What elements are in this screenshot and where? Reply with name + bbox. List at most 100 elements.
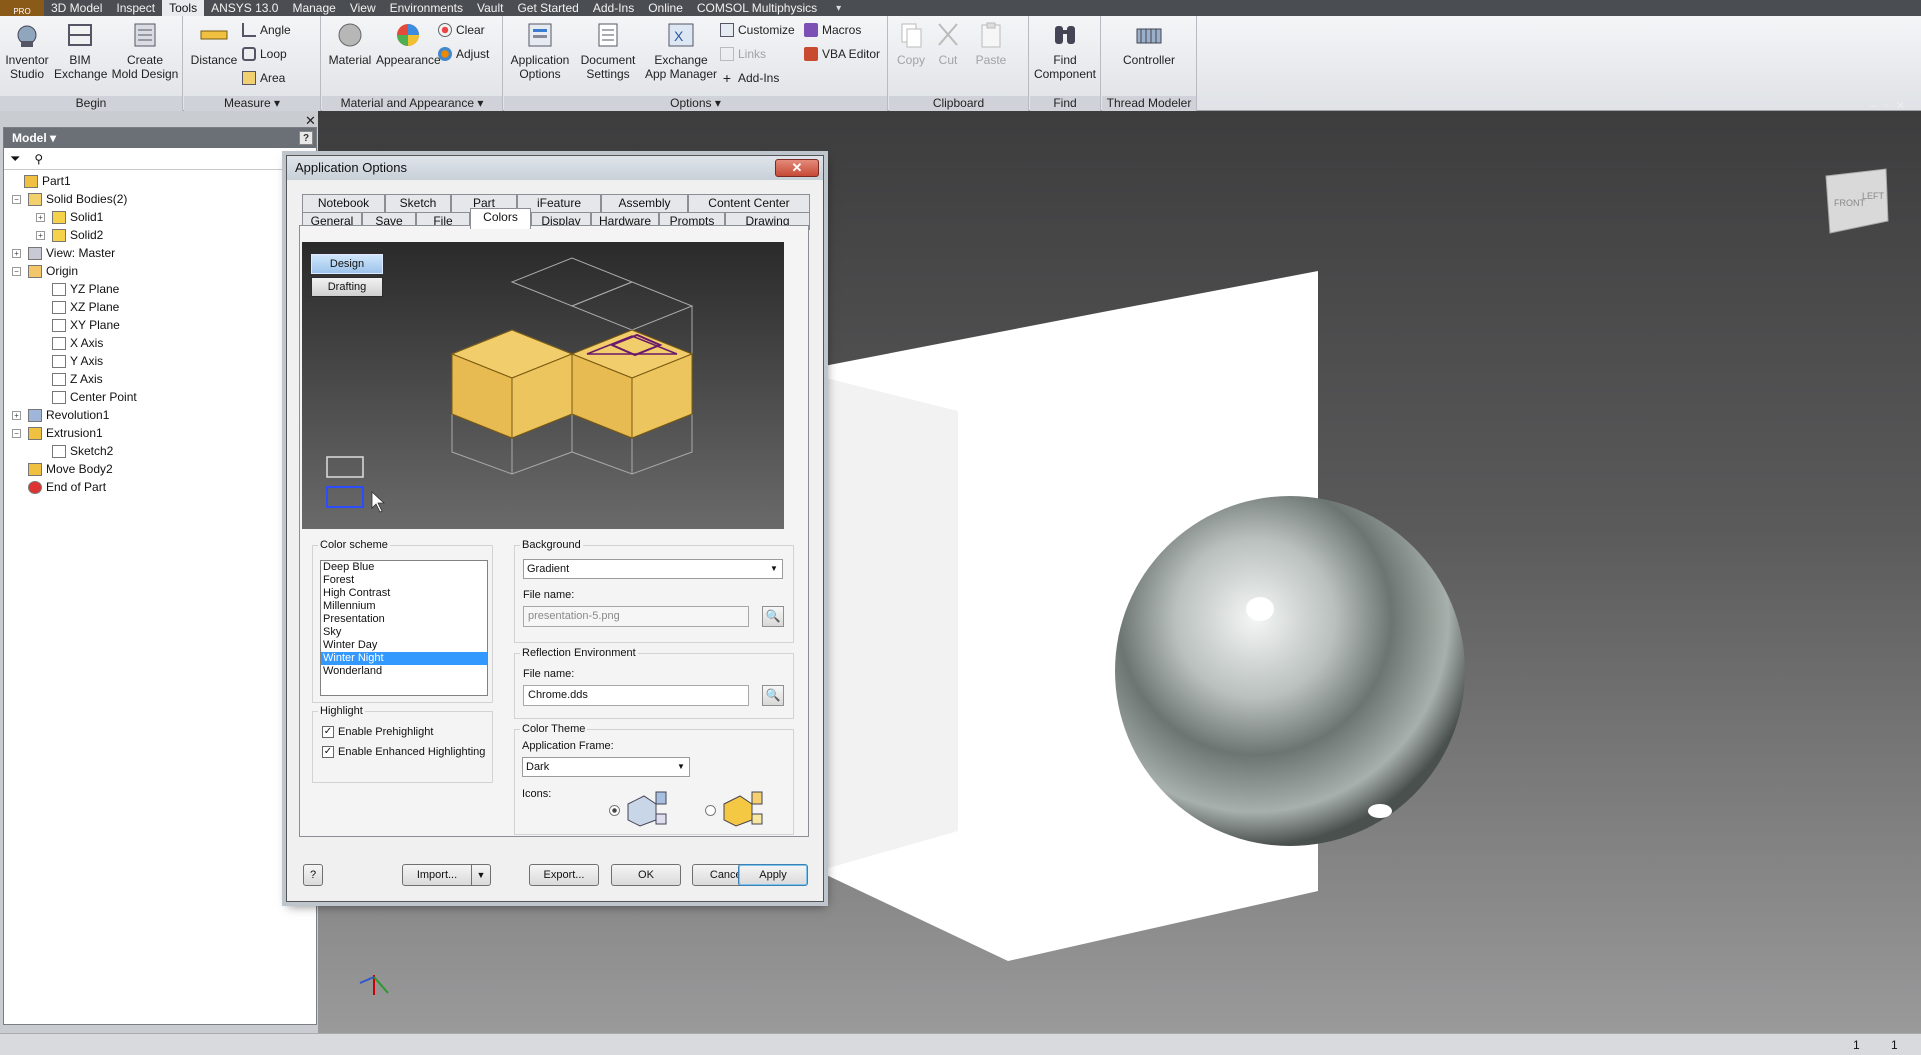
- app-logo[interactable]: PRO: [0, 0, 44, 16]
- tree-node-yz-plane[interactable]: YZ Plane: [52, 282, 119, 296]
- angle-button[interactable]: Angle: [242, 23, 291, 37]
- paste-button[interactable]: Paste: [969, 20, 1013, 67]
- panel-label-material[interactable]: Material and Appearance ▾: [322, 96, 502, 111]
- tree-expander-solid-bodies[interactable]: −: [12, 195, 21, 204]
- distance-button[interactable]: Distance: [188, 20, 240, 67]
- tree-node-end-of-part[interactable]: End of Part: [28, 480, 106, 494]
- color-scheme-list[interactable]: Deep Blue Forest High Contrast Millenniu…: [320, 560, 488, 696]
- copy-button[interactable]: Copy: [891, 20, 931, 67]
- dialog-titlebar[interactable]: Application Options ✕: [287, 156, 823, 180]
- list-item[interactable]: High Contrast: [321, 587, 487, 600]
- reflection-file-input[interactable]: Chrome.dds: [523, 685, 749, 706]
- tree-node-solid1[interactable]: Solid1: [52, 210, 103, 224]
- tab-colors[interactable]: Colors: [470, 208, 531, 229]
- menu-inspect[interactable]: Inspect: [109, 0, 162, 16]
- tree-node-xz-plane[interactable]: XZ Plane: [52, 300, 119, 314]
- cut-button[interactable]: Cut: [929, 20, 967, 67]
- bim-exchange-button[interactable]: BIM Exchange: [54, 20, 107, 81]
- vba-editor-button[interactable]: VBA Editor: [804, 47, 880, 61]
- create-mold-button[interactable]: Create Mold Design: [110, 20, 180, 81]
- tree-node-xy-plane[interactable]: XY Plane: [52, 318, 120, 332]
- tree-expander-extrusion1[interactable]: −: [12, 429, 21, 438]
- tree-node-move-body2[interactable]: Move Body2: [28, 462, 113, 476]
- tree-node-part1[interactable]: Part1: [24, 174, 71, 188]
- filter-icon[interactable]: ⏷: [10, 151, 20, 167]
- background-browse-button[interactable]: 🔍: [762, 606, 784, 627]
- macros-button[interactable]: Macros: [804, 23, 861, 37]
- loop-button[interactable]: Loop: [242, 47, 287, 61]
- list-item[interactable]: Forest: [321, 574, 487, 587]
- appearance-button[interactable]: Appearance: [376, 20, 441, 67]
- restore-icon[interactable]: ▫: [1884, 100, 1896, 112]
- browser-header[interactable]: Model ▾ ?: [4, 128, 316, 148]
- icons-light-radio[interactable]: [705, 805, 716, 816]
- tree-node-view-master[interactable]: View: Master: [28, 246, 115, 260]
- minimize-icon[interactable]: –: [1870, 100, 1884, 112]
- tree-node-origin[interactable]: Origin: [28, 264, 78, 278]
- list-item[interactable]: Wonderland: [321, 665, 487, 678]
- tree-node-extrusion1[interactable]: Extrusion1: [28, 426, 103, 440]
- dialog-close-button[interactable]: ✕: [775, 159, 819, 177]
- tree-expander-view-master[interactable]: +: [12, 249, 21, 258]
- material-button[interactable]: Material: [324, 20, 376, 67]
- menu-3d-model[interactable]: 3D Model: [44, 0, 109, 16]
- background-file-input[interactable]: presentation-5.png: [523, 606, 749, 627]
- tree-expander-solid1[interactable]: +: [36, 213, 45, 222]
- find-component-button[interactable]: Find Component: [1032, 20, 1098, 81]
- tree-node-center-point[interactable]: Center Point: [52, 390, 137, 404]
- application-frame-dropdown[interactable]: Dark ▼: [522, 757, 690, 777]
- reflection-browse-button[interactable]: 🔍: [762, 685, 784, 706]
- area-button[interactable]: Area: [242, 71, 285, 85]
- browser-title[interactable]: Model ▾: [12, 131, 56, 145]
- menu-vault[interactable]: Vault: [470, 0, 510, 16]
- import-dropdown-button[interactable]: ▼: [471, 864, 491, 886]
- tab-notebook[interactable]: Notebook: [302, 194, 385, 212]
- inventor-studio-button[interactable]: Inventor Studio: [2, 20, 52, 81]
- list-item[interactable]: Presentation: [321, 613, 487, 626]
- menu-ansys[interactable]: ANSYS 13.0: [204, 0, 285, 16]
- tab-content-center[interactable]: Content Center: [688, 194, 810, 212]
- list-item-selected[interactable]: Winter Night: [321, 652, 487, 665]
- customize-button[interactable]: Customize: [720, 23, 795, 37]
- menu-environments[interactable]: Environments: [383, 0, 470, 16]
- export-button[interactable]: Export...: [529, 864, 599, 886]
- tree-node-solid-bodies[interactable]: Solid Bodies(2): [28, 192, 127, 206]
- menu-online[interactable]: Online: [641, 0, 690, 16]
- exchange-app-manager-button[interactable]: X Exchange App Manager: [642, 20, 720, 81]
- clear-button[interactable]: Clear: [438, 23, 485, 37]
- menu-get-started[interactable]: Get Started: [510, 0, 585, 16]
- menu-comsol[interactable]: COMSOL Multiphysics: [690, 0, 824, 16]
- quick-access-dropdown[interactable]: ▾: [836, 3, 841, 14]
- icons-dark-radio[interactable]: [609, 805, 620, 816]
- application-options-button[interactable]: Application Options: [506, 20, 574, 81]
- import-button[interactable]: Import...: [402, 864, 472, 886]
- panel-label-options[interactable]: Options ▾: [504, 96, 887, 111]
- tree-node-sketch2[interactable]: Sketch2: [52, 444, 113, 458]
- tree-node-x-axis[interactable]: X Axis: [52, 336, 103, 350]
- tree-node-y-axis[interactable]: Y Axis: [52, 354, 103, 368]
- document-settings-button[interactable]: Document Settings: [574, 20, 642, 81]
- tree-expander-revolution1[interactable]: +: [12, 411, 21, 420]
- enable-enhanced-highlighting-checkbox[interactable]: ✓ Enable Enhanced Highlighting: [322, 746, 485, 758]
- list-item[interactable]: Millennium: [321, 600, 487, 613]
- enable-prehighlight-checkbox[interactable]: ✓ Enable Prehighlight: [322, 726, 433, 738]
- add-ins-button[interactable]: + Add-Ins: [720, 71, 779, 85]
- menu-manage[interactable]: Manage: [285, 0, 342, 16]
- dialog-help-button[interactable]: ?: [303, 864, 323, 886]
- tree-expander-origin[interactable]: −: [12, 267, 21, 276]
- apply-button[interactable]: Apply: [738, 864, 808, 886]
- list-item[interactable]: Deep Blue: [321, 561, 487, 574]
- ok-button[interactable]: OK: [611, 864, 681, 886]
- panel-label-measure[interactable]: Measure ▾: [184, 96, 320, 111]
- tab-sketch[interactable]: Sketch: [385, 194, 451, 212]
- tree-node-z-axis[interactable]: Z Axis: [52, 372, 103, 386]
- links-button[interactable]: Links: [720, 47, 766, 61]
- tree-expander-solid2[interactable]: +: [36, 231, 45, 240]
- tab-assembly[interactable]: Assembly: [601, 194, 688, 212]
- tree-node-revolution1[interactable]: Revolution1: [28, 408, 109, 422]
- browser-help-button[interactable]: ?: [299, 131, 313, 145]
- adjust-button[interactable]: Adjust: [438, 47, 489, 61]
- controller-button[interactable]: Controller: [1112, 20, 1186, 67]
- menu-tools[interactable]: Tools: [162, 0, 205, 16]
- background-dropdown[interactable]: Gradient ▼: [523, 559, 783, 579]
